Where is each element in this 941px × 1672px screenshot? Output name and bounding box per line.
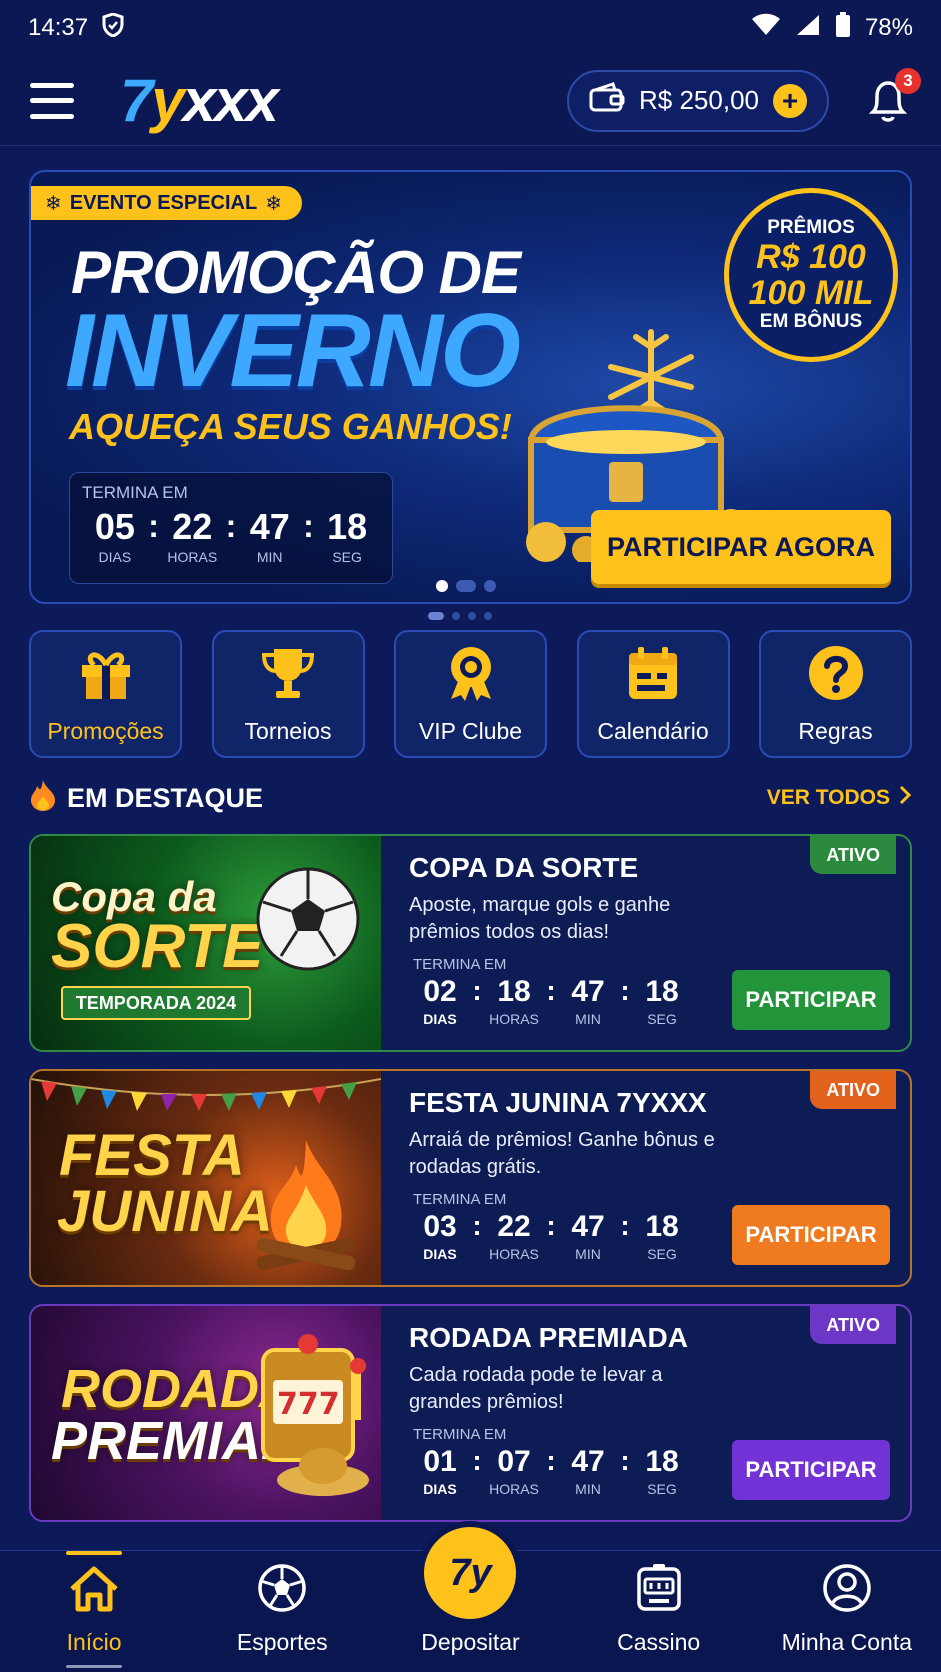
bottom-navigation: Início Esportes 7y Depositar Cassino Min… xyxy=(0,1527,941,1672)
hero-countdown: TERMINA EM 05 DIAS : 22 HORAS : 47 MIN : 18… xyxy=(69,472,393,584)
participate-now-button[interactable]: PARTICIPAR AGORA xyxy=(591,510,891,584)
medal-icon xyxy=(441,643,501,708)
notifications-button[interactable]: 3 xyxy=(865,67,921,126)
slot-machine-icon: 777 xyxy=(253,1330,373,1505)
carousel-dots[interactable] xyxy=(436,580,496,592)
participate-button[interactable]: PARTICIPAR xyxy=(732,970,890,1030)
menu-button[interactable] xyxy=(30,82,74,119)
soccer-ball-icon xyxy=(257,1563,307,1619)
featured-section-header: EM DESTAQUE VER TODOS xyxy=(29,778,912,818)
notification-badge: 3 xyxy=(895,67,921,94)
home-icon xyxy=(68,1565,120,1619)
balance-amount: R$ 250,00 xyxy=(639,85,759,115)
quick-links: Promoções Torneios VIP Clube Calendário … xyxy=(29,630,912,758)
see-all-link[interactable]: VER TODOS xyxy=(767,785,912,811)
chevron-right-icon xyxy=(898,785,912,811)
quick-link-calendar[interactable]: Calendário xyxy=(576,630,730,758)
snowflake-icon: ❄ xyxy=(45,192,62,215)
carousel-indicator xyxy=(428,612,492,620)
bonfire-icon xyxy=(246,1135,366,1280)
user-icon xyxy=(822,1563,872,1619)
nav-home[interactable]: Início xyxy=(9,1551,179,1668)
status-badge: ATIVO xyxy=(810,1071,896,1109)
app-logo[interactable]: 7yxxx xyxy=(120,66,279,135)
quick-link-rules[interactable]: Regras xyxy=(759,630,912,758)
soccer-ball-icon xyxy=(253,864,363,979)
shield-icon xyxy=(102,11,124,44)
copa-da-sorte-artwork: Copa da SORTE TEMPORADA 2024 xyxy=(31,836,381,1050)
bell-icon xyxy=(865,80,911,130)
status-badge: ATIVO xyxy=(810,836,896,874)
hero-subtitle: AQUEÇA SEUS GANHOS! xyxy=(69,406,512,447)
hero-tag: ❄ EVENTO ESPECIAL ❄ xyxy=(31,186,302,220)
battery-icon xyxy=(835,11,851,45)
prize-badge: PRÊMIOS R$ 100 100 MIL EM BÔNUS xyxy=(724,188,898,362)
status-badge: ATIVO xyxy=(810,1306,896,1344)
hero-banner[interactable]: ❄ EVENTO ESPECIAL ❄ PROMOÇÃO DE INVERNO … xyxy=(29,170,912,604)
help-icon xyxy=(806,643,866,708)
signal-icon xyxy=(795,13,821,44)
event-description: Aposte, marque gols e ganhe prêmios todo… xyxy=(409,894,671,943)
festa-junina-artwork: FESTA JUNINA xyxy=(31,1071,381,1285)
gift-icon xyxy=(76,643,136,708)
status-time: 14:37 xyxy=(28,14,89,41)
app-header: 7yxxx R$ 250,00 + 3 xyxy=(0,56,941,146)
wallet-balance[interactable]: R$ 250,00 + xyxy=(567,69,829,132)
add-funds-button[interactable]: + xyxy=(773,83,807,118)
deposit-logo-icon: 7y xyxy=(424,1527,517,1619)
event-card-festa-junina[interactable]: FESTA JUNINA FESTA JUNINA 7YXXX Arraiá d… xyxy=(29,1069,912,1287)
calendar-icon xyxy=(623,643,683,708)
status-bar: 14:37 78% xyxy=(0,0,941,56)
rodada-premiada-artwork: RODADA PREMIADA 777 xyxy=(31,1306,381,1520)
hero-title-line2: INVERNO xyxy=(65,293,521,409)
event-description: Cada rodada pode te levar a grandes prêm… xyxy=(409,1364,663,1413)
quick-link-tournaments[interactable]: Torneios xyxy=(211,630,365,758)
svg-text:777: 777 xyxy=(277,1387,340,1422)
snowflake-icon: ❄ xyxy=(265,192,282,215)
quick-link-promotions[interactable]: Promoções xyxy=(29,630,182,758)
participate-button[interactable]: PARTICIPAR xyxy=(732,1205,890,1265)
fire-icon xyxy=(29,778,57,819)
event-card-copa-da-sorte[interactable]: Copa da SORTE TEMPORADA 2024 COPA DA SOR… xyxy=(29,834,912,1052)
slot-machine-icon xyxy=(635,1563,683,1619)
nav-my-account[interactable]: Minha Conta xyxy=(762,1563,932,1656)
nav-deposit[interactable]: 7y Depositar xyxy=(385,1527,555,1656)
battery-level: 78% xyxy=(864,14,913,41)
quick-link-vip-club[interactable]: VIP Clube xyxy=(394,630,547,758)
bunting-flags-icon xyxy=(31,1078,381,1111)
event-card-rodada-premiada[interactable]: RODADA PREMIADA 777 RODADA PREMIADA Cada… xyxy=(29,1304,912,1522)
wallet-icon xyxy=(589,82,625,119)
nav-casino[interactable]: Cassino xyxy=(574,1563,744,1656)
featured-title: EM DESTAQUE xyxy=(67,782,264,813)
trophy-icon xyxy=(258,643,318,708)
participate-button[interactable]: PARTICIPAR xyxy=(732,1440,890,1500)
event-description: Arraiá de prêmios! Ganhe bônus e rodadas… xyxy=(409,1129,715,1178)
nav-sports[interactable]: Esportes xyxy=(197,1563,367,1656)
wifi-icon xyxy=(751,13,781,44)
